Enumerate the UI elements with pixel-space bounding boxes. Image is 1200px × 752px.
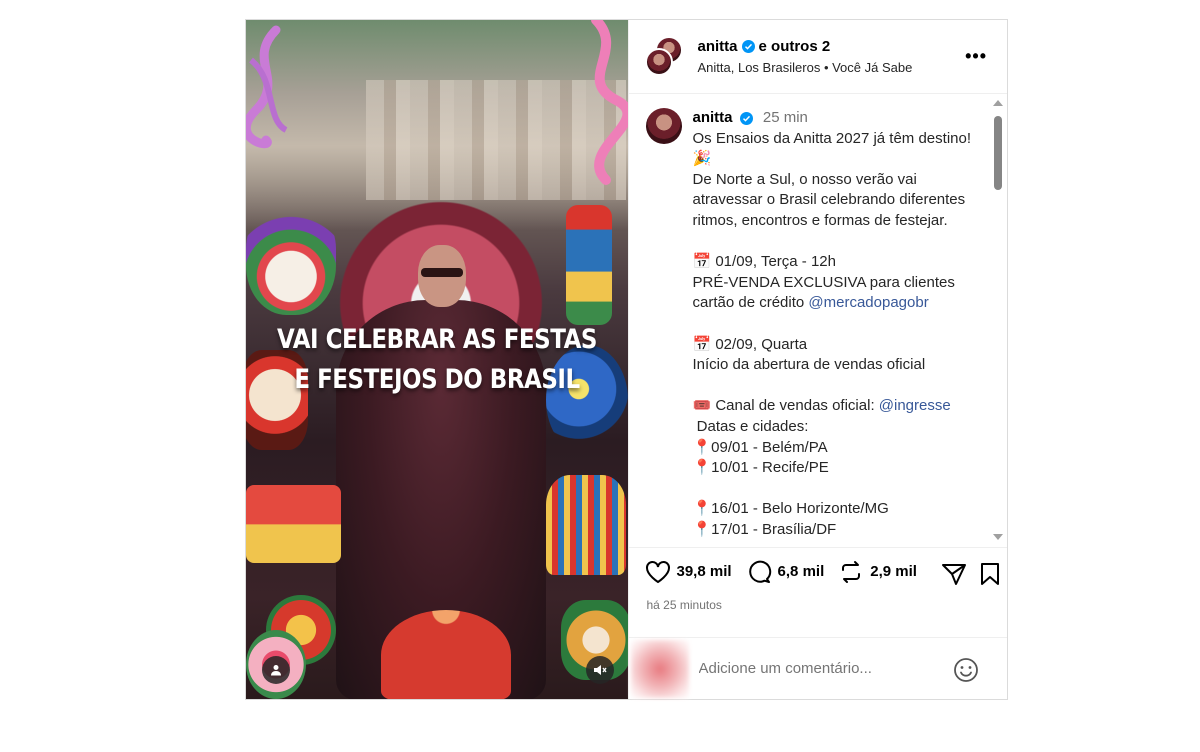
caption-line: Os Ensaios da Anitta 2027 já têm destino… — [693, 129, 983, 170]
caption-username[interactable]: anitta — [693, 109, 733, 126]
comment-count: 6,8 mil — [777, 563, 825, 580]
caption-line-text: Datas e cidades: — [692, 417, 809, 435]
caption-line-text: Início da abertura de vendas oficial — [692, 356, 926, 374]
caption-line-text: 🎟️ Canal de vendas oficial: — [692, 397, 879, 415]
post-container: VAI CELEBRAR AS FESTAS E FESTEJOS DO BRA… — [245, 19, 1008, 700]
caption-line: 📍16/01 - Belo Horizonte/MG — [693, 499, 983, 520]
caption-line-text: 📍17/01 - Brasília/DF — [692, 520, 837, 538]
caption-time: 25 min — [762, 109, 808, 126]
caption-line: Início da abertura de vendas oficial — [693, 355, 983, 376]
caption-line: PRÉ-VENDA EXCLUSIVA para clientes cartão… — [693, 273, 983, 314]
caption-line: De Norte a Sul, o nosso verão vai atrave… — [693, 170, 983, 232]
caption-line: Datas e cidades: — [693, 417, 983, 438]
feather-mask-sticker — [246, 205, 336, 315]
share-icon — [941, 564, 966, 585]
heart-icon — [645, 560, 670, 583]
like-button[interactable]: 39,8 mil — [645, 560, 732, 584]
save-button[interactable] — [979, 562, 1001, 591]
caption-line-text: 📍09/01 - Belém/PA — [692, 438, 828, 456]
caption-line: 📍10/01 - Recife/PE — [693, 458, 983, 479]
share-button[interactable] — [941, 562, 967, 591]
caption-line: 📅 01/09, Terça - 12h — [693, 252, 983, 273]
repost-icon — [842, 560, 861, 583]
mute-button[interactable] — [586, 656, 614, 684]
caption-line: 📍17/01 - Brasília/DF — [693, 520, 983, 541]
caption-line-text: 📅 02/09, Quarta — [692, 335, 808, 353]
caption-text: Os Ensaios da Anitta 2027 já têm destino… — [693, 129, 983, 541]
mention-link[interactable]: @mercadopagobr — [808, 294, 928, 311]
caption-line: 📅 02/09, Quarta — [693, 335, 983, 356]
caption-line-text: 📍10/01 - Recife/PE — [692, 459, 829, 477]
caption-line — [693, 232, 983, 253]
post-timestamp: há 25 minutos — [646, 598, 722, 612]
collab-avatars[interactable] — [644, 35, 687, 78]
caption-line: 📍09/01 - Belém/PA — [693, 438, 983, 459]
comment-bar — [628, 637, 1007, 699]
blue-flowers-sticker — [546, 345, 628, 455]
more-options-icon[interactable]: ••• — [965, 46, 987, 67]
repost-button[interactable]: 2,9 mil — [838, 560, 917, 584]
truck-sticker — [246, 485, 341, 563]
repost-count: 2,9 mil — [870, 563, 917, 580]
scroll-down-icon[interactable] — [992, 534, 1003, 540]
mute-icon — [594, 665, 607, 675]
caption-line-text: De Norte a Sul, o nosso verão vai atrave… — [692, 170, 970, 229]
scroll-up-icon[interactable] — [992, 100, 1003, 106]
dancer-skirt-sticker — [381, 610, 511, 699]
caption-line-text: 📅 01/09, Terça - 12h — [692, 253, 836, 271]
author-username[interactable]: anitta — [698, 38, 738, 55]
post-sidebar: anitta e outros 2 Anitta, Los Brasileros… — [627, 20, 1007, 699]
caption-line-text: 📍16/01 - Belo Horizonte/MG — [692, 500, 889, 518]
collaborators-line[interactable]: Anitta, Los Brasileros • Você Já Sabe — [698, 60, 913, 75]
caption-scrollbar[interactable] — [991, 98, 1005, 542]
fringe-mask-sticker — [546, 475, 626, 575]
comment-button[interactable]: 6,8 mil — [746, 560, 825, 584]
caption-line — [693, 479, 983, 500]
caption-body: anitta 25 min Os Ensaios da Anitta 2027 … — [693, 108, 983, 540]
post-media[interactable]: VAI CELEBRAR AS FESTAS E FESTEJOS DO BRA… — [246, 20, 628, 699]
overlay-text-line1: VAI CELEBRAR AS FESTAS — [277, 325, 597, 355]
caption-line — [693, 314, 983, 335]
tagged-users-button[interactable] — [262, 656, 290, 684]
collaborators-others[interactable]: e outros 2 — [759, 38, 831, 55]
avatar — [630, 639, 689, 698]
scrollbar-thumb[interactable] — [993, 116, 1002, 190]
like-count: 39,8 mil — [676, 563, 732, 580]
avatar[interactable] — [645, 108, 682, 144]
emoji-button[interactable] — [953, 657, 979, 688]
comment-input[interactable] — [698, 660, 939, 677]
verified-icon — [739, 112, 753, 125]
verified-icon — [741, 40, 755, 53]
caption-line — [693, 376, 983, 397]
avatar — [644, 47, 673, 76]
user-tag-icon — [271, 665, 281, 676]
totem-sticker — [566, 205, 612, 325]
comment-icon — [748, 560, 771, 583]
bookmark-icon — [980, 563, 999, 585]
caption-scroll-area[interactable]: anitta 25 min Os Ensaios da Anitta 2027 … — [629, 94, 1007, 547]
action-bar: 39,8 mil 6,8 mil 2,9 mil — [628, 547, 1007, 595]
mention-link[interactable]: @ingresse — [879, 397, 951, 414]
performer-glasses — [421, 268, 463, 277]
overlay-text-line2: E FESTEJOS DO BRASIL — [294, 365, 580, 395]
post-header: anitta e outros 2 Anitta, Los Brasileros… — [628, 20, 1007, 94]
caption-line-text: Os Ensaios da Anitta 2027 já têm destino… — [692, 129, 976, 168]
caption-line: 🎟️ Canal de vendas oficial: @ingresse — [693, 396, 983, 417]
emoji-icon — [953, 658, 978, 682]
